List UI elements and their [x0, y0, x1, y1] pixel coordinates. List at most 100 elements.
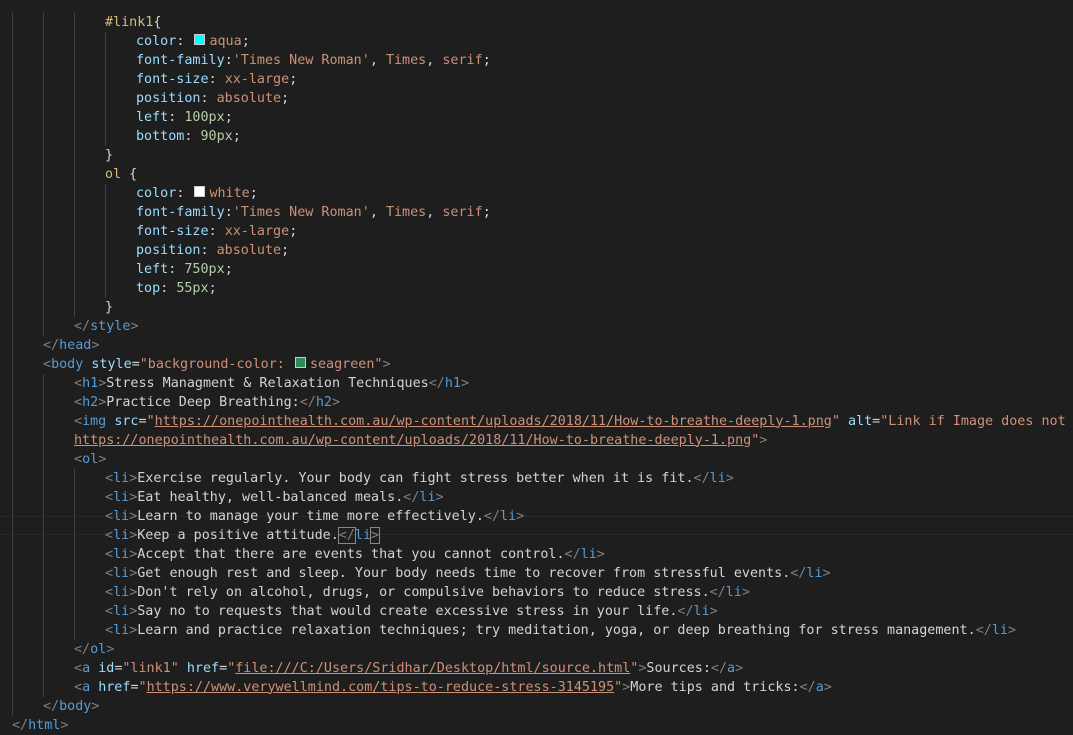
- indent-guide: [12, 468, 13, 488]
- code-line[interactable]: color: aqua;: [136, 32, 250, 51]
- code-line[interactable]: font-size: xx-large;: [136, 222, 297, 241]
- indent-guide: [74, 126, 75, 146]
- url-link[interactable]: https://onepointhealth.com.au/wp-content…: [74, 433, 751, 448]
- code-token: :: [160, 280, 177, 296]
- indent-guide: [105, 202, 106, 222]
- code-line[interactable]: </ol>: [74, 640, 114, 659]
- code-line[interactable]: ol {: [105, 165, 137, 184]
- indent-guide: [43, 50, 44, 70]
- code-line[interactable]: <li>Get enough rest and sleep. Your body…: [105, 564, 831, 583]
- code-token: </: [975, 622, 992, 638]
- color-swatch[interactable]: [194, 185, 206, 197]
- code-line[interactable]: </body>: [43, 697, 99, 716]
- code-token: "link1": [122, 660, 179, 676]
- code-line[interactable]: top: 55px;: [136, 279, 217, 298]
- code-line[interactable]: <body style="background-color: seagreen"…: [43, 355, 391, 374]
- code-token: >: [823, 679, 832, 695]
- code-token: Say no to requests that would create exc…: [137, 603, 678, 619]
- code-line[interactable]: <li>Learn to manage your time more effec…: [105, 507, 524, 526]
- code-token: <: [105, 603, 114, 619]
- color-swatch[interactable]: [194, 33, 206, 45]
- code-line[interactable]: <li>Learn and practice relaxation techni…: [105, 621, 1016, 640]
- code-token: 55px: [176, 280, 209, 296]
- indent-guide: [43, 107, 44, 127]
- code-token: a: [815, 679, 824, 695]
- code-line[interactable]: <h2>Practice Deep Breathing:</h2>: [74, 393, 340, 412]
- indent-guide: [105, 69, 106, 89]
- code-line[interactable]: font-family:'Times New Roman', Times, se…: [136, 203, 491, 222]
- code-line[interactable]: #link1{: [105, 13, 161, 32]
- code-line[interactable]: color: white;: [136, 184, 258, 203]
- code-line[interactable]: left: 750px;: [136, 260, 233, 279]
- code-line[interactable]: font-family:'Times New Roman', Times, se…: [136, 51, 491, 70]
- code-token: font-size: [136, 71, 209, 87]
- code-line[interactable]: <li>Accept that there are events that yo…: [105, 545, 605, 564]
- code-line[interactable]: <li>Say no to requests that would create…: [105, 602, 718, 621]
- indent-guide: [12, 563, 13, 583]
- code-line[interactable]: <li>Exercise regularly. Your body can fi…: [105, 469, 734, 488]
- code-token: ,: [426, 204, 443, 220]
- code-line[interactable]: left: 100px;: [136, 108, 233, 127]
- code-token: >: [91, 337, 100, 353]
- indent-guide: [43, 449, 44, 469]
- code-line[interactable]: font-size: xx-large;: [136, 70, 297, 89]
- indent-guide: [12, 202, 13, 222]
- indent-guide: [12, 677, 13, 697]
- code-token: li: [419, 489, 436, 505]
- code-line[interactable]: </head>: [43, 336, 99, 355]
- code-token: >: [822, 565, 831, 581]
- code-line[interactable]: <li>Don't rely on alcohol, drugs, or com…: [105, 583, 750, 602]
- code-token: li: [354, 527, 372, 543]
- indent-guide: [74, 544, 75, 564]
- code-token: "background-color:: [139, 356, 293, 372]
- url-link[interactable]: file:///C:/Users/Sridhar/Desktop/html/so…: [235, 661, 630, 676]
- indent-guide: [12, 544, 13, 564]
- code-editor[interactable]: #link1{color: aqua; font-family:'Times Ne…: [0, 0, 1073, 733]
- code-token: xx-large: [224, 223, 290, 239]
- code-token: serif: [442, 204, 483, 220]
- code-token: Learn to manage your time more effective…: [137, 508, 484, 524]
- url-link[interactable]: https://www.verywellmind.com/tips-to-red…: [147, 680, 615, 695]
- code-token: >: [460, 375, 470, 391]
- code-line[interactable]: </html>: [12, 716, 68, 735]
- code-line[interactable]: bottom: 90px;: [136, 127, 241, 146]
- code-token: <: [74, 451, 83, 467]
- code-token: :: [208, 223, 225, 239]
- code-token: =: [219, 660, 228, 676]
- code-line[interactable]: <li>Keep a positive attitude.</li>: [105, 526, 381, 545]
- indent-guide: [12, 164, 13, 184]
- code-line[interactable]: <ol>: [74, 450, 106, 469]
- code-line[interactable]: <h1>Stress Managment & Relaxation Techni…: [74, 374, 469, 393]
- code-token: ,: [369, 52, 386, 68]
- code-token: :: [168, 109, 185, 125]
- code-line[interactable]: <a href="https://www.verywellmind.com/ti…: [74, 678, 832, 697]
- code-token: "Link if Image does not show:: [880, 413, 1066, 429]
- code-token: 90px: [200, 128, 233, 144]
- code-line[interactable]: <a id="link1" href="file:///C:/Users/Sri…: [74, 659, 743, 678]
- indent-guide: [43, 392, 44, 412]
- code-line[interactable]: position: absolute;: [136, 241, 289, 260]
- code-token: >: [331, 394, 341, 410]
- code-token: h1: [444, 375, 461, 391]
- code-line[interactable]: }: [105, 146, 113, 165]
- url-link[interactable]: https://onepointhealth.com.au/wp-content…: [155, 414, 832, 429]
- code-line[interactable]: <img src="https://onepointhealth.com.au/…: [74, 412, 1073, 431]
- code-token: >: [735, 660, 744, 676]
- code-line[interactable]: </style>: [74, 317, 139, 336]
- code-line[interactable]: <li>Eat healthy, well-balanced meals.</l…: [105, 488, 444, 507]
- indent-guide: [105, 259, 106, 279]
- indent-guide: [43, 126, 44, 146]
- code-token: >: [370, 526, 381, 544]
- code-token: absolute: [216, 242, 282, 258]
- code-line[interactable]: position: absolute;: [136, 89, 289, 108]
- color-swatch[interactable]: [294, 356, 306, 368]
- code-line[interactable]: https://onepointhealth.com.au/wp-content…: [74, 431, 767, 450]
- code-token: >: [1007, 622, 1016, 638]
- indent-guide: [74, 563, 75, 583]
- indent-guide: [43, 620, 44, 640]
- indent-guide: [74, 107, 75, 127]
- indent-guide: [12, 487, 13, 507]
- indent-guide: [105, 240, 106, 260]
- code-line[interactable]: }: [105, 298, 113, 317]
- indent-guide: [74, 487, 75, 507]
